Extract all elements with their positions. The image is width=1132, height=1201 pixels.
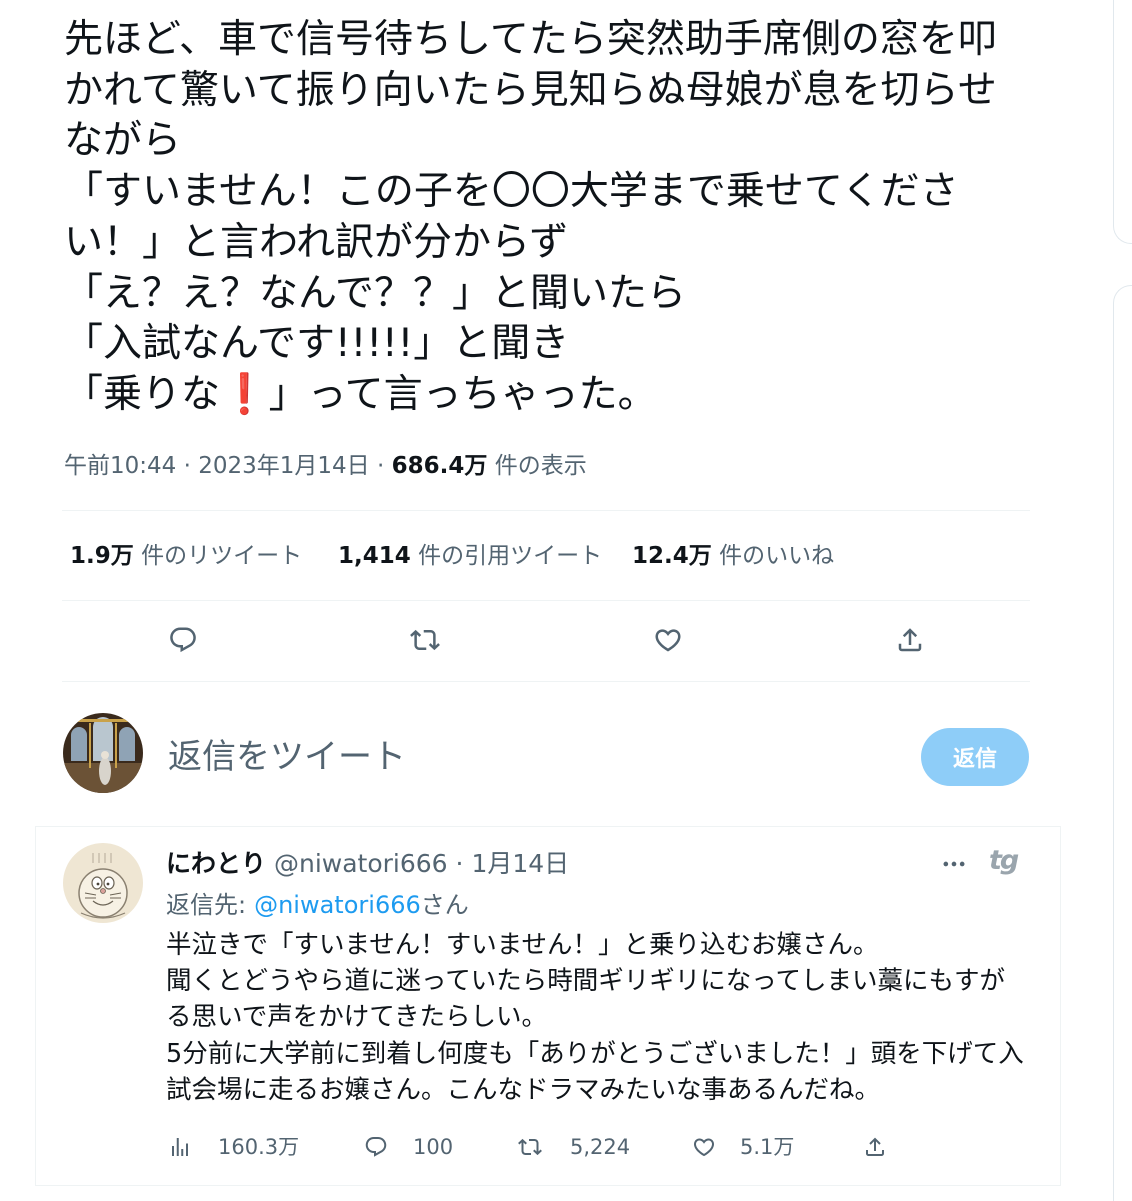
reply-analytics-button[interactable] [168, 1135, 192, 1159]
reply-retweet-button[interactable] [518, 1135, 542, 1159]
tweet-time[interactable]: 午前10:44 [64, 453, 176, 479]
divider [62, 510, 1030, 511]
tweet-text-segment: 「乗りな [64, 371, 221, 417]
analytics-icon[interactable] [168, 1135, 192, 1159]
like-button[interactable] [653, 625, 683, 655]
meta-separator: · [183, 453, 191, 479]
tweet-text-line: 「乗りな❗」って言っちゃった。 [64, 370, 997, 421]
reply-icon[interactable] [364, 1135, 388, 1159]
tweet-text: 先ほど、車で信号待ちしてたら突然助手席側の窓を叩 かれて驚いて振り向いたら見知ら… [64, 15, 997, 421]
tweet-text-segment: 」って言っちゃった。 [268, 371, 657, 417]
likes-stat[interactable]: 12.4万 件のいいね [632, 541, 834, 571]
meta-separator: · [455, 849, 464, 878]
likes-label: 件のいいね [719, 543, 835, 569]
retweets-count: 1.9万 [70, 543, 134, 569]
reply-likes-count: 5.1万 [740, 1135, 795, 1159]
reply-text-line: 半泣きで「すいません！すいません！」と乗り込むお嬢さん。 [166, 930, 879, 960]
replying-to-handle[interactable]: @niwatori666 [254, 891, 421, 919]
retweet-icon[interactable] [410, 625, 440, 655]
tweet-meta: 午前10:44 · 2023年1月14日 · 686.4万 件の表示 [64, 451, 587, 481]
reply-text-line: 聞くとどうやら道に迷っていたら時間ギリギリになってしまい藁にもすが [166, 966, 1005, 997]
quote-tweets-count: 1,414 [338, 543, 411, 569]
tweet-text-line: 「入試なんです!!!!!」と聞き [64, 321, 570, 367]
like-icon[interactable] [653, 625, 683, 655]
red-exclamation-emoji: ❗ [220, 371, 269, 417]
sidebar-card-edge [1113, 285, 1132, 1201]
likes-count: 12.4万 [632, 543, 712, 569]
views-label: 件の表示 [494, 453, 587, 479]
quote-tweets-label: 件の引用ツイート [418, 543, 603, 569]
tweet-text-line: 「すいません！この子を〇〇大学まで乗せてくださ [64, 169, 959, 215]
user-avatar [63, 713, 143, 793]
reply-share-button[interactable] [863, 1135, 887, 1159]
share-button[interactable] [895, 625, 925, 655]
reply-icon[interactable] [168, 625, 198, 655]
reply-replies-count: 100 [413, 1135, 454, 1159]
replying-to-suffix: さん [420, 891, 469, 919]
views-count: 686.4万 [391, 453, 488, 479]
retweets-label: 件のリツイート [141, 543, 303, 569]
reply-date[interactable]: 1月14日 [471, 849, 569, 878]
more-icon[interactable] [940, 850, 968, 878]
tweet-date[interactable]: 2023年1月14日 [198, 453, 369, 479]
tweet-text-line: 先ほど、車で信号待ちしてたら突然助手席側の窓を叩 [64, 17, 997, 62]
tweet-text-line: ながら [64, 118, 182, 164]
tg-logo[interactable]: tg [989, 844, 1019, 878]
reply-button[interactable] [168, 625, 198, 655]
reply-text-line: 5分前に大学前に到着し何度も「ありがとうございました！」頭を下げて入 [166, 1038, 1024, 1069]
reply-author-handle[interactable]: @niwatori666 [274, 849, 448, 878]
sidebar-card-edge [1113, 0, 1132, 244]
retweet-icon[interactable] [518, 1135, 542, 1159]
reply-retweets-count: 5,224 [570, 1135, 631, 1159]
reply-text-line: る思いで声をかけてきたらしい。 [166, 1002, 547, 1033]
reply-header: にわとり @niwatori666 · 1月14日 [166, 848, 569, 880]
more-options-button[interactable] [940, 850, 968, 878]
meta-separator: · [376, 453, 385, 479]
share-icon[interactable] [895, 625, 925, 655]
reply-submit-button[interactable]: 返信 [921, 728, 1029, 786]
tweet-text-line: かれて驚いて振り向いたら見知らぬ母娘が息を切らせ [64, 67, 997, 113]
quote-tweets-stat[interactable]: 1,414 件の引用ツイート [338, 541, 602, 571]
replying-to: 返信先: @niwatori666さん [166, 889, 469, 921]
tweet-text-line: 「え？え？なんで？？」と聞いたら [64, 270, 687, 316]
replying-to-label: 返信先: [166, 891, 247, 919]
retweet-button[interactable] [410, 625, 440, 655]
tweet-text-line: い！」と言われ訳が分からず [64, 219, 569, 265]
niwatori-avatar[interactable] [63, 843, 143, 923]
reply-reply-button[interactable] [364, 1135, 388, 1159]
reply-views-count: 160.3万 [218, 1135, 300, 1159]
reply-input[interactable]: 返信をツイート [168, 735, 406, 779]
divider [62, 681, 1030, 682]
reply-author-name[interactable]: にわとり [166, 849, 266, 878]
reply-text-line: 試会場に走るお嬢さん。こんなドラマみたいな事あるんだね。 [166, 1074, 881, 1105]
share-icon[interactable] [863, 1135, 887, 1159]
divider [62, 600, 1030, 601]
reply-like-button[interactable] [692, 1135, 716, 1159]
reply-text: 半泣きで「すいません！すいません！」と乗り込むお嬢さん。 聞くとどうやら道に迷っ… [166, 927, 1024, 1108]
like-icon[interactable] [692, 1135, 716, 1159]
retweets-stat[interactable]: 1.9万 件のリツイート [70, 541, 302, 571]
